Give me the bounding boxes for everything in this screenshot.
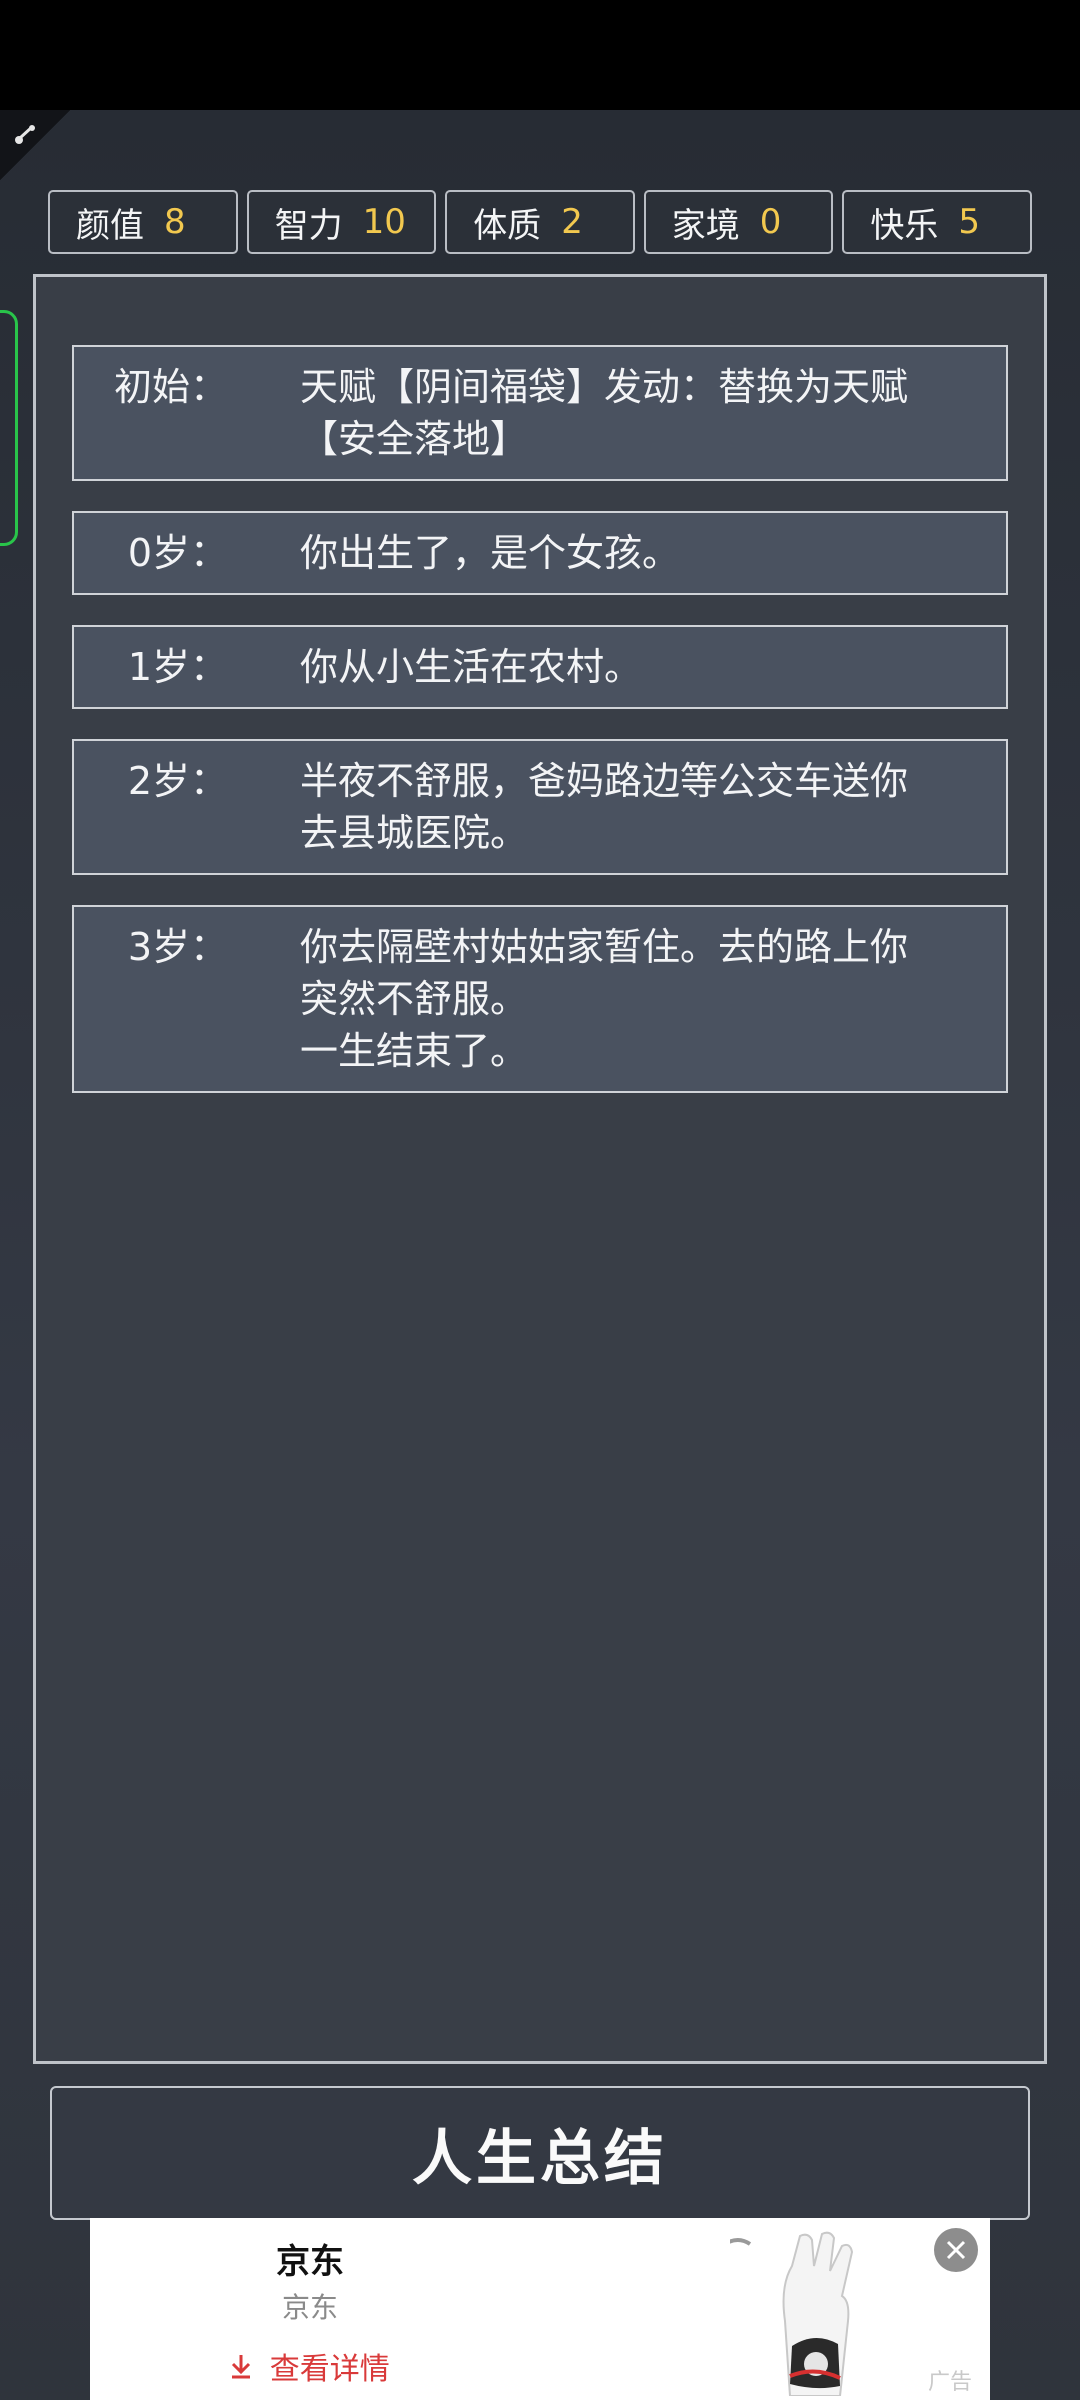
- log-text: 你出生了，是个女孩。: [300, 531, 681, 575]
- ad-details-link[interactable]: 查看详情: [90, 2344, 530, 2388]
- ad-subtitle: 京东: [281, 2291, 338, 2324]
- ad-link-label: 查看详情: [269, 2352, 390, 2387]
- stat-label: 颜值: [76, 205, 144, 246]
- log-entry: 2岁： 半夜不舒服，爸妈路边等公交车送你 去县城医院。: [72, 739, 1008, 875]
- log-age: 1岁：: [127, 645, 228, 689]
- attribute-bar: 颜值 8 智力 10 体质 2 家境 0 快乐 5: [48, 190, 1032, 254]
- log-entry: 3岁： 你去隔壁村姑姑家暂住。去的路上你 突然不舒服。 一生结束了。: [72, 905, 1008, 1093]
- life-log-list: 初始： 天赋【阴间福袋】发动：替换为天赋 【安全落地】 0岁： 你出生了，是个女…: [72, 345, 1008, 1123]
- stat-label: 体质: [473, 205, 542, 246]
- ad-banner[interactable]: 京东 京东 查看详情 广告: [90, 2218, 990, 2400]
- ad-title: 京东: [276, 2242, 344, 2282]
- stat-value: 8: [164, 202, 186, 242]
- log-age: 初始：: [113, 365, 228, 409]
- log-age: 2岁：: [127, 759, 228, 803]
- stat-constitution: 体质 2: [445, 190, 635, 254]
- ad-close-button[interactable]: [934, 2228, 978, 2272]
- stat-label: 智力: [274, 205, 343, 246]
- stat-value: 2: [561, 202, 583, 242]
- stat-appearance: 颜值 8: [48, 190, 238, 254]
- golf-glove-image: [723, 2226, 880, 2397]
- log-entry: 初始： 天赋【阴间福袋】发动：替换为天赋 【安全落地】: [72, 345, 1008, 481]
- close-icon: [946, 2240, 966, 2260]
- stat-label: 家境: [671, 205, 740, 246]
- life-summary-button[interactable]: 人生总结: [50, 2086, 1030, 2220]
- log-text: 你从小生活在农村。: [300, 645, 643, 689]
- ad-tag: 广告: [928, 2370, 973, 2395]
- log-text: 天赋【阴间福袋】发动：替换为天赋 【安全落地】: [300, 365, 909, 461]
- log-age: 0岁：: [127, 531, 228, 575]
- status-bar: [0, 0, 1080, 110]
- stat-family: 家境 0: [643, 190, 834, 254]
- life-log-panel[interactable]: 初始： 天赋【阴间福袋】发动：替换为天赋 【安全落地】 0岁： 你出生了，是个女…: [33, 274, 1047, 2064]
- stat-label: 快乐: [870, 205, 939, 246]
- stat-intelligence: 智力 10: [246, 190, 437, 254]
- log-text: 半夜不舒服，爸妈路边等公交车送你 去县城医院。: [300, 759, 909, 855]
- side-drawer-tab[interactable]: [0, 310, 18, 546]
- stat-value: 0: [759, 202, 782, 242]
- tool-icon: [15, 125, 35, 144]
- log-age: 3岁：: [127, 925, 228, 969]
- log-text: 你去隔壁村姑姑家暂住。去的路上你 突然不舒服。 一生结束了。: [300, 925, 909, 1073]
- stat-value: 5: [958, 202, 981, 242]
- log-entry: 1岁： 你从小生活在农村。: [72, 625, 1008, 709]
- stat-happiness: 快乐 5: [842, 190, 1032, 254]
- stat-value: 10: [362, 202, 406, 242]
- corner-menu-button[interactable]: [0, 110, 70, 180]
- log-entry: 0岁： 你出生了，是个女孩。: [72, 511, 1008, 595]
- download-arrow-icon: [230, 2352, 262, 2387]
